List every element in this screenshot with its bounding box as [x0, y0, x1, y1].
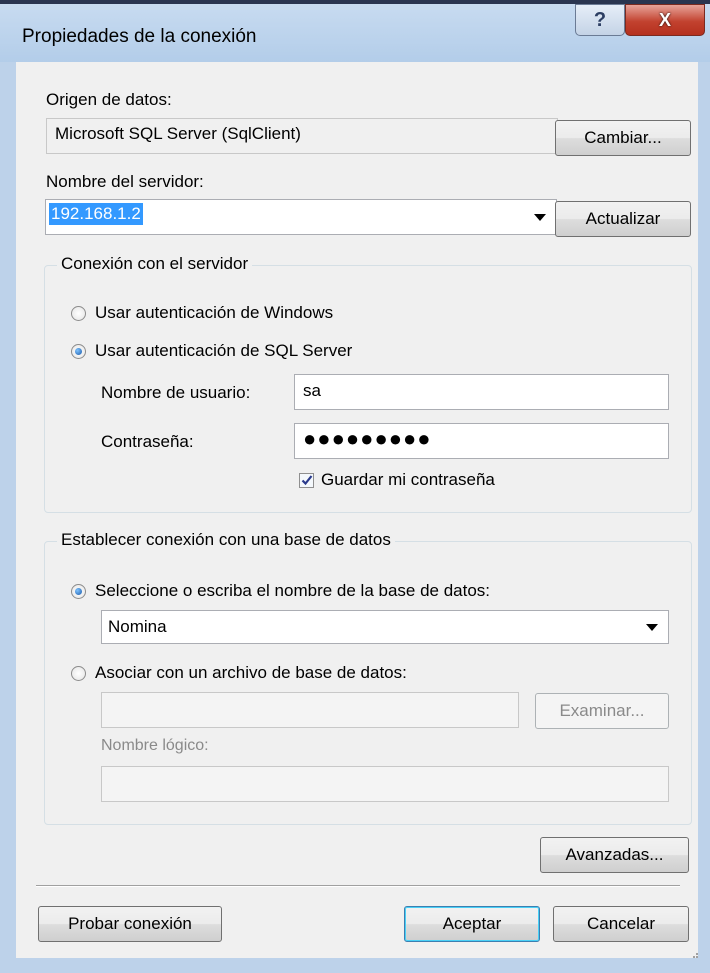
sql-auth-radio[interactable] — [71, 344, 86, 359]
database-name-combobox[interactable]: Nomina — [101, 610, 669, 644]
browse-button-label: Examinar... — [559, 701, 645, 720]
advanced-button[interactable]: Avanzadas... — [540, 837, 689, 873]
test-connection-button-label: Probar conexión — [68, 914, 192, 933]
data-source-label: Origen de datos: — [46, 90, 172, 109]
window-frame-left — [0, 62, 16, 973]
logical-name-label: Nombre lógico: — [101, 737, 209, 754]
server-connection-group: Conexión con el servidor Usar autenticac… — [44, 254, 692, 513]
cancel-button-label: Cancelar — [586, 914, 656, 933]
resize-grip-icon[interactable] — [690, 950, 698, 958]
title-bar: Propiedades de la conexión ? X — [0, 0, 710, 62]
window-frame-right — [698, 62, 710, 973]
password-label: Contraseña: — [101, 432, 194, 451]
username-label: Nombre de usuario: — [101, 383, 251, 402]
refresh-button[interactable]: Actualizar — [555, 201, 691, 237]
server-name-value: 192.168.1.2 — [49, 203, 143, 225]
ok-button-label: Aceptar — [442, 914, 502, 933]
database-name-value: Nomina — [108, 617, 167, 636]
select-database-radio[interactable] — [71, 584, 86, 599]
data-source-value: Microsoft SQL Server (SqlClient) — [55, 124, 301, 143]
attach-file-radio[interactable] — [71, 666, 86, 681]
windows-auth-label[interactable]: Usar autenticación de Windows — [95, 303, 333, 323]
check-icon — [301, 475, 313, 486]
help-icon: ? — [593, 8, 607, 31]
sql-auth-label[interactable]: Usar autenticación de SQL Server — [95, 341, 352, 361]
refresh-button-label: Actualizar — [585, 209, 661, 228]
window-frame-bottom — [0, 958, 710, 973]
chevron-down-icon[interactable] — [646, 624, 658, 631]
database-file-input — [101, 692, 519, 728]
data-source-field: Microsoft SQL Server (SqlClient) — [46, 118, 558, 154]
save-password-checkbox[interactable] — [299, 473, 314, 488]
ok-button[interactable]: Aceptar — [404, 906, 540, 942]
save-password-label[interactable]: Guardar mi contraseña — [321, 470, 495, 490]
database-connection-group: Establecer conexión con una base de dato… — [44, 530, 692, 825]
footer-separator — [36, 885, 680, 887]
database-connection-group-title: Establecer conexión con una base de dato… — [57, 530, 395, 550]
username-input[interactable]: sa — [294, 374, 669, 410]
change-button-label: Cambiar... — [584, 128, 662, 147]
change-button[interactable]: Cambiar... — [555, 120, 691, 156]
test-connection-button[interactable]: Probar conexión — [38, 906, 222, 942]
select-database-label[interactable]: Seleccione o escriba el nombre de la bas… — [95, 581, 490, 601]
windows-auth-radio[interactable] — [71, 306, 86, 321]
browse-button: Examinar... — [535, 693, 669, 729]
password-mask: ●●●●●●●●● — [303, 426, 432, 451]
help-button[interactable]: ? — [575, 4, 625, 36]
logical-name-input — [101, 766, 669, 802]
close-button[interactable]: X — [625, 4, 705, 36]
password-input[interactable]: ●●●●●●●●● — [294, 423, 669, 459]
server-name-label: Nombre del servidor: — [46, 172, 204, 191]
server-connection-group-title: Conexión con el servidor — [57, 254, 253, 274]
attach-file-label[interactable]: Asociar con un archivo de base de datos: — [95, 663, 407, 683]
chevron-down-icon[interactable] — [534, 214, 546, 221]
username-value: sa — [303, 381, 321, 400]
close-icon: X — [658, 9, 671, 30]
window-title: Propiedades de la conexión — [22, 26, 257, 47]
cancel-button[interactable]: Cancelar — [553, 906, 689, 942]
server-name-combobox[interactable]: 192.168.1.2 — [45, 199, 557, 235]
advanced-button-label: Avanzadas... — [565, 845, 664, 864]
dialog-body: Origen de datos: Microsoft SQL Server (S… — [16, 62, 698, 958]
